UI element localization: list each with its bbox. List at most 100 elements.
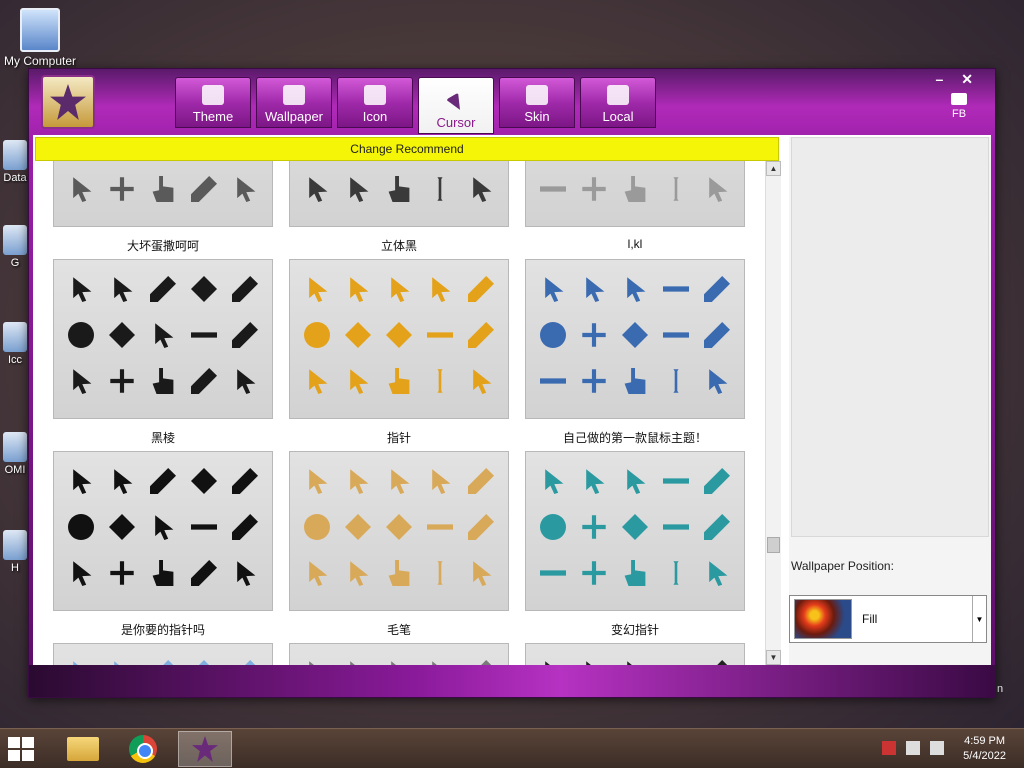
- scroll-up-button[interactable]: ▲: [766, 161, 781, 176]
- cursor-set-card[interactable]: [53, 161, 273, 227]
- cursor-set-card[interactable]: [53, 259, 273, 419]
- monitor-icon: [202, 85, 224, 105]
- cursor-set-card[interactable]: [525, 161, 745, 227]
- tab-label: Wallpaper: [264, 109, 324, 124]
- flag-icon[interactable]: [882, 741, 896, 755]
- cursor-preview-icon: [582, 515, 606, 539]
- cursor-preview-icon: [582, 177, 606, 201]
- scroll-down-button[interactable]: ▼: [766, 650, 781, 665]
- shortcut-icon: [3, 140, 27, 170]
- cursor-set-name: 黑棱: [150, 431, 175, 445]
- app-icon: [192, 736, 218, 762]
- desktop-shortcut[interactable]: Data: [0, 140, 30, 184]
- tab-theme[interactable]: Theme: [175, 77, 251, 128]
- desktop-shortcut[interactable]: OMI: [0, 432, 30, 476]
- cursor-preview-icon: [237, 177, 256, 202]
- cursor-set-name: 大坏蛋撒呵呵: [126, 239, 199, 253]
- cursor-preview-icon: [582, 369, 606, 393]
- cursor-set-card[interactable]: [525, 643, 745, 665]
- cursor-preview-icon: [386, 514, 412, 540]
- tab-bar: Theme Wallpaper Icon Cursor Skin Local: [175, 77, 656, 134]
- cursor-preview-icon: [350, 277, 369, 302]
- wallpaper-position-label: Wallpaper Position:: [791, 559, 894, 573]
- cursor-preview-icon: [673, 177, 679, 201]
- desktop-shortcut-label: G: [10, 257, 20, 269]
- theme-app-taskbar-button[interactable]: [178, 731, 232, 767]
- folder-icon: [607, 85, 629, 105]
- cursor-preview-icon: [540, 378, 566, 384]
- cursor-preview-icon: [109, 322, 135, 348]
- cursor-set-card[interactable]: [289, 259, 509, 419]
- tab-wallpaper[interactable]: Wallpaper: [256, 77, 332, 128]
- cursor-preview-icon: [309, 369, 328, 394]
- tab-icon[interactable]: Icon: [337, 77, 413, 128]
- cursor-preview-icon: [432, 469, 451, 494]
- cursor-set-card[interactable]: [289, 643, 509, 665]
- cursor-preview-icon: [110, 177, 134, 201]
- desktop-shortcut[interactable]: G: [0, 225, 30, 269]
- cursor-set-card[interactable]: [53, 643, 273, 665]
- dropdown-arrow-icon[interactable]: ▼: [972, 596, 986, 642]
- tab-label: Theme: [192, 109, 234, 124]
- cursor-preview-icon: [388, 176, 410, 202]
- cursor-preview-icon: [237, 561, 256, 586]
- cursor-preview-icon: [114, 469, 133, 494]
- change-recommend-button[interactable]: Change Recommend: [35, 137, 779, 161]
- cursor-set-name: 立体黑: [380, 239, 417, 253]
- cursor-preview-icon: [232, 276, 258, 302]
- file-explorer-button[interactable]: [56, 731, 110, 767]
- cursor-preview-icon: [473, 561, 492, 586]
- cursor-preview-icon: [388, 560, 410, 586]
- folder-icon: [67, 737, 99, 761]
- cursor-preview-icon: [152, 176, 174, 202]
- scrollbar-thumb[interactable]: [767, 537, 780, 553]
- cursor-preview-icon: [468, 468, 494, 494]
- shortcut-icon: [3, 322, 27, 352]
- cursor-preview-icon: [540, 186, 566, 192]
- cursor-preview-icon: [350, 177, 369, 202]
- cursor-preview-icon: [673, 369, 679, 393]
- tab-skin[interactable]: Skin: [499, 77, 575, 128]
- start-button[interactable]: [8, 737, 36, 761]
- chrome-button[interactable]: [116, 731, 170, 767]
- cursor-set-card[interactable]: [53, 451, 273, 611]
- cursor-set-card[interactable]: [289, 161, 509, 227]
- close-button[interactable]: ✕: [961, 71, 973, 88]
- cursor-preview-icon: [582, 323, 606, 347]
- tab-cursor[interactable]: Cursor: [418, 77, 494, 134]
- minimize-button[interactable]: –: [935, 71, 943, 88]
- my-computer-icon[interactable]: My Computer: [0, 8, 80, 68]
- cursor-preview-icon: [473, 369, 492, 394]
- cursor-preview-icon: [114, 277, 133, 302]
- desktop-shortcut[interactable]: H: [0, 530, 30, 574]
- cursor-preview-icon: [624, 368, 646, 394]
- cursor-preview-icon: [232, 468, 258, 494]
- cursor-set-card[interactable]: [525, 259, 745, 419]
- wallpaper-position-select[interactable]: Fill ▼: [789, 595, 987, 643]
- feedback-button[interactable]: FB: [951, 93, 967, 120]
- cursor-preview-icon: [624, 176, 646, 202]
- taskbar: 4:59 PM 5/4/2022: [0, 728, 1024, 768]
- cursor-preview-icon: [152, 368, 174, 394]
- cursor-preview-icon: [304, 322, 330, 348]
- desktop-shortcut-label: H: [11, 562, 19, 574]
- cursor-set-card[interactable]: [289, 451, 509, 611]
- cursor-theme-grid: 大坏蛋撒呵呵 立体黑 l,kl 黑棱 指针 自己做的第一款鼠标主题！ 是你要的指针吗 毛笔 变幻…: [33, 161, 763, 665]
- volume-muted-icon[interactable]: [930, 741, 944, 755]
- tab-local[interactable]: Local: [580, 77, 656, 128]
- desktop-shortcut[interactable]: Icc: [0, 322, 30, 366]
- cursor-preview-icon: [704, 468, 730, 494]
- cursor-preview-icon: [386, 322, 412, 348]
- wallpaper-preview: [791, 137, 989, 537]
- clock[interactable]: 4:59 PM 5/4/2022: [963, 734, 1006, 764]
- system-tray: [882, 741, 944, 755]
- cursor-preview-icon: [540, 514, 566, 540]
- cursor-preview-icon: [155, 515, 174, 540]
- tab-label: Cursor: [436, 115, 476, 130]
- vertical-scrollbar[interactable]: ▲ ▼: [765, 161, 781, 665]
- cursor-preview-icon: [391, 277, 410, 302]
- network-icon[interactable]: [906, 741, 920, 755]
- cursor-set-card[interactable]: [525, 451, 745, 611]
- desktop-shortcut-label: Data: [3, 172, 27, 184]
- preview-panel: Wallpaper Position: Fill ▼: [789, 137, 991, 665]
